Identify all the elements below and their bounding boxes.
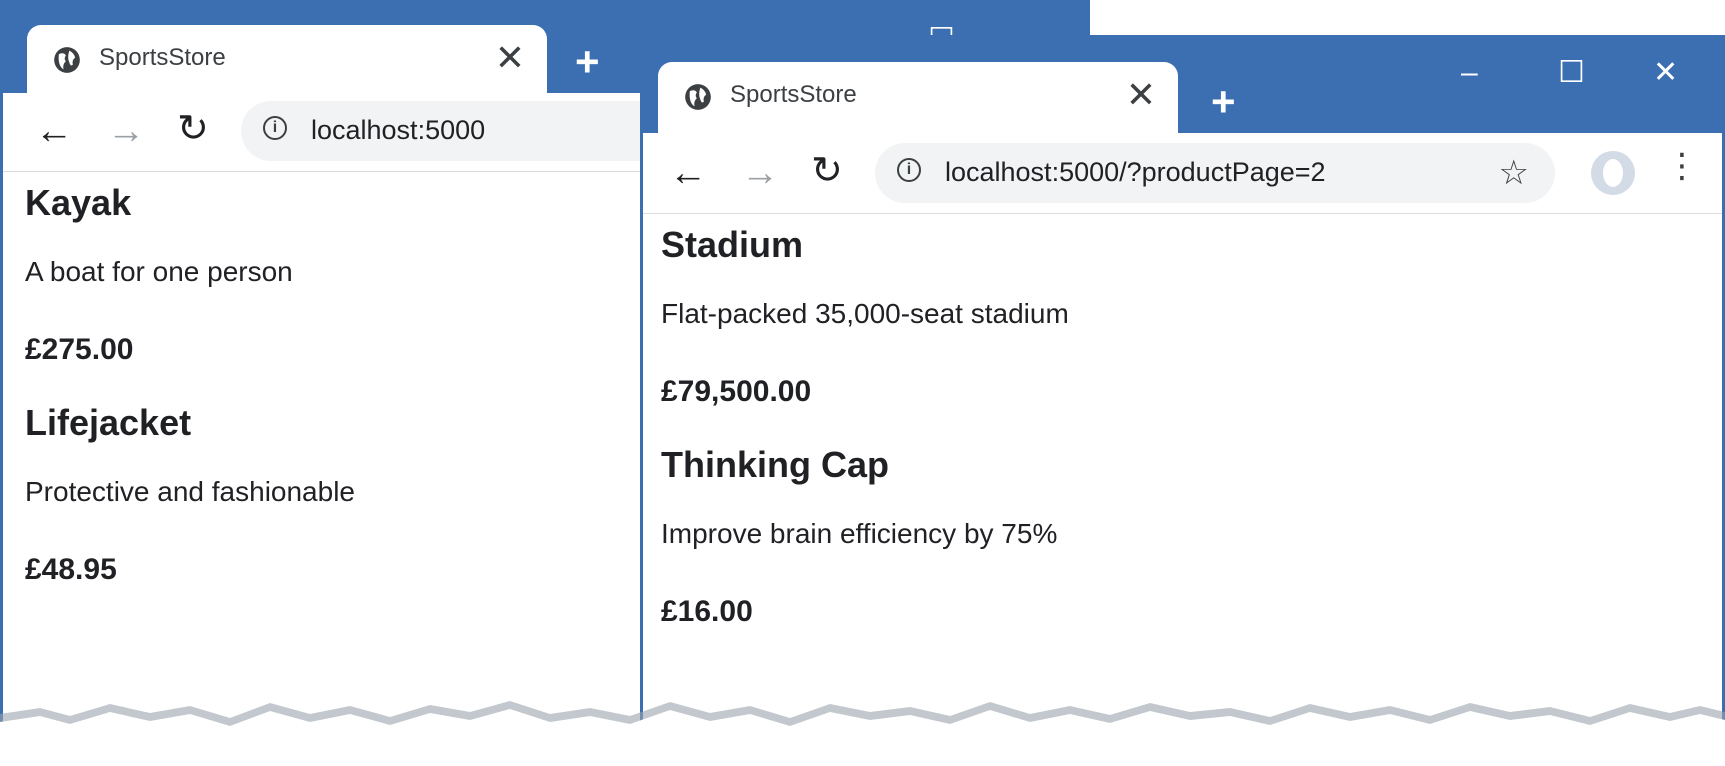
reload-icon[interactable]: ↻ (177, 109, 209, 149)
product-description: Flat-packed 35,000-seat stadium (661, 298, 1069, 329)
maximize-icon[interactable]: ☐ (1558, 58, 1585, 88)
plus-icon[interactable]: + (1211, 81, 1236, 123)
title-bar: SportsStore ✕ + – ☐ ✕ (643, 38, 1722, 133)
browser-tab[interactable]: SportsStore ✕ (27, 25, 547, 93)
avatar-icon[interactable] (1591, 151, 1635, 195)
plus-icon[interactable]: + (575, 41, 600, 83)
address-bar[interactable]: i localhost:5000/?productPage=2 ☆ (875, 143, 1555, 203)
product-description: Improve brain efficiency by 75% (661, 518, 1058, 549)
kebab-menu-icon[interactable]: ⋮ (1665, 149, 1699, 183)
tab-title: SportsStore (730, 81, 857, 108)
info-icon[interactable]: i (263, 116, 287, 140)
product-item: Thinking Cap Improve brain efficiency by… (661, 435, 1722, 655)
tab-title: SportsStore (99, 44, 226, 71)
url-text: localhost:5000 (311, 115, 486, 145)
globe-icon (685, 84, 711, 110)
info-icon[interactable]: i (897, 158, 921, 182)
product-name: Thinking Cap (661, 444, 889, 485)
forward-arrow-icon[interactable]: → (741, 153, 779, 193)
close-icon[interactable]: ✕ (495, 38, 525, 78)
close-icon[interactable]: ✕ (1126, 75, 1156, 115)
product-name: Stadium (661, 224, 804, 265)
globe-icon (54, 47, 80, 73)
forward-arrow-icon[interactable]: → (107, 111, 145, 151)
product-price: £16.00 (661, 595, 753, 628)
page-content: Stadium Flat-packed 35,000-seat stadium … (661, 215, 1722, 655)
browser-toolbar: ← → ↻ i localhost:5000/?productPage=2 ☆ … (643, 133, 1722, 214)
window-close-icon[interactable]: ✕ (1653, 58, 1678, 88)
product-price: £79,500.00 (661, 375, 812, 408)
back-arrow-icon[interactable]: ← (669, 153, 707, 193)
browser-tab[interactable]: SportsStore ✕ (658, 62, 1178, 133)
reload-icon[interactable]: ↻ (811, 151, 843, 191)
torn-edge-decoration (0, 701, 1725, 766)
url-text: localhost:5000/?productPage=2 (945, 157, 1326, 187)
back-arrow-icon[interactable]: ← (35, 111, 73, 151)
star-icon[interactable]: ☆ (1499, 153, 1529, 193)
minimize-icon[interactable]: – (1461, 58, 1478, 88)
product-item: Stadium Flat-packed 35,000-seat stadium … (661, 215, 1722, 435)
